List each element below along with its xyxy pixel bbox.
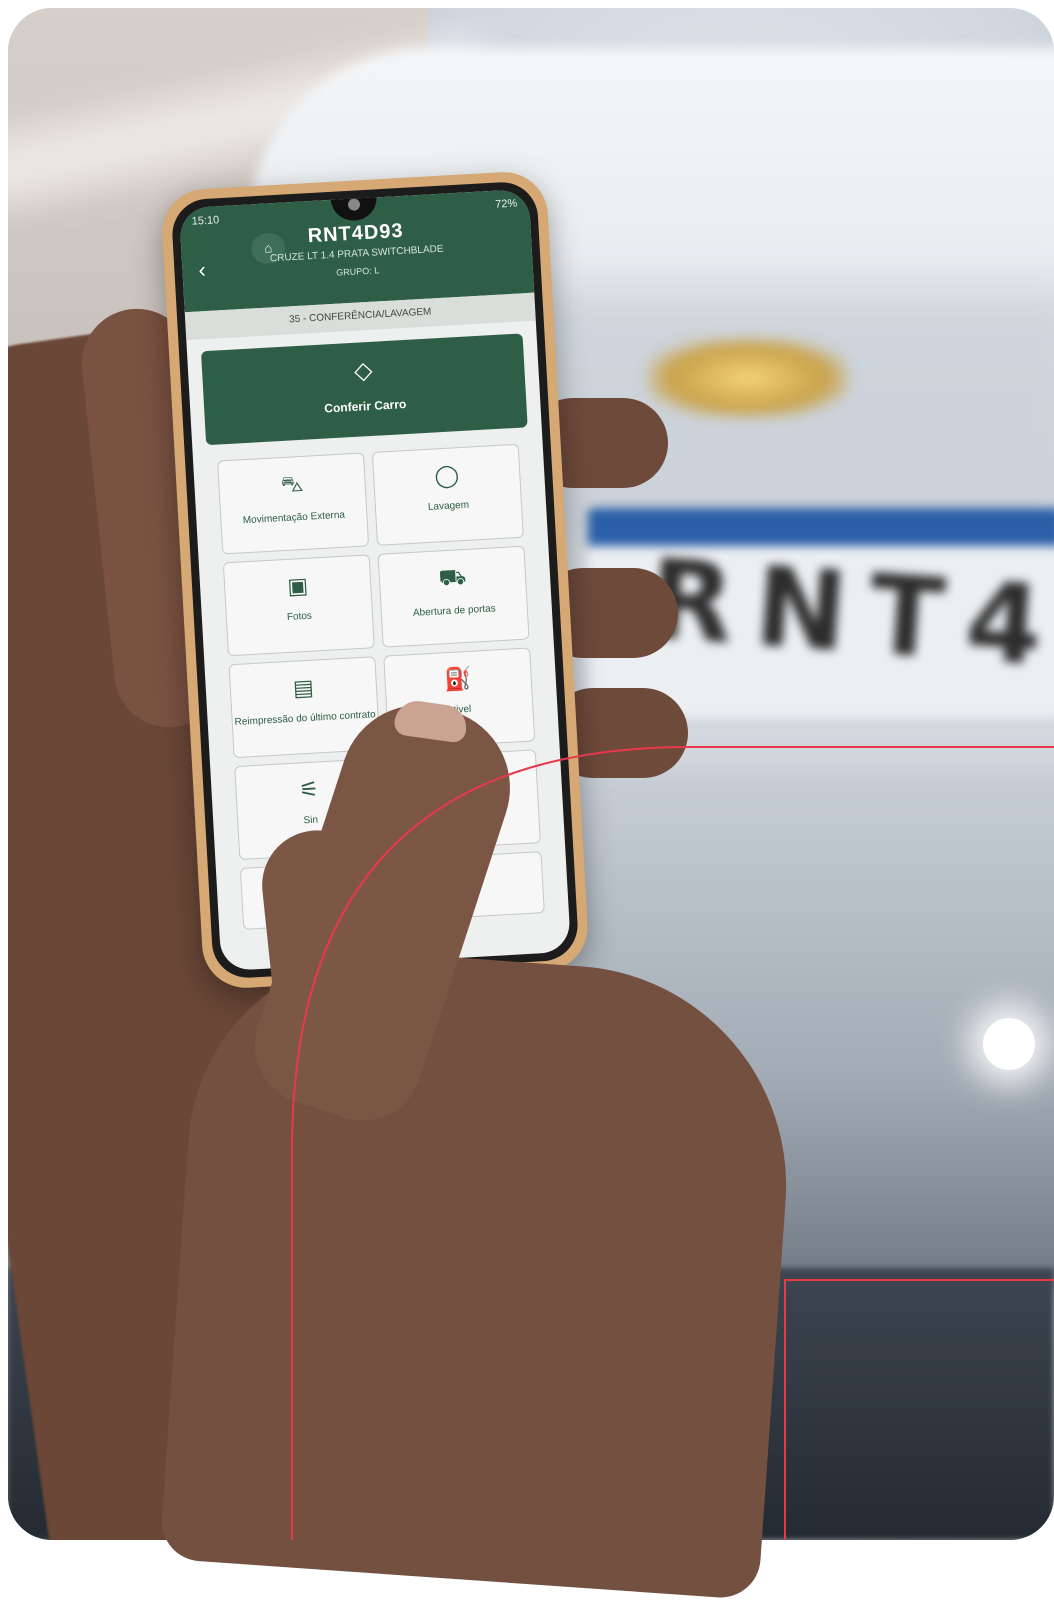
tile-lavagem[interactable]: ◯ Lavagem	[371, 443, 524, 546]
fuel-icon: ⛽	[443, 665, 473, 693]
tile-label: Abertura de portas	[412, 603, 497, 619]
receipt-icon: ▤	[292, 674, 315, 701]
tile-movimentacao[interactable]: ⛍ Movimentação Externa	[217, 452, 370, 555]
plate-text: RNT4D93	[644, 534, 1054, 714]
reflection-light	[983, 1018, 1035, 1070]
tile-label: Lavagem	[427, 499, 470, 513]
drop-icon: ◯	[433, 462, 460, 489]
tile-fotos[interactable]: ▣ Fotos	[222, 554, 375, 657]
camera-icon: ▣	[286, 572, 309, 599]
status-battery: 72%	[494, 197, 518, 211]
tile-label: Movimentação Externa	[242, 509, 346, 527]
primary-label: Conferir Carro	[323, 396, 407, 416]
tile-label: Reimpressão do último contrato	[234, 709, 376, 729]
car-icon: ⛍	[279, 470, 305, 498]
conferir-carro-button[interactable]: ◇ Conferir Carro	[200, 333, 528, 446]
camera-icon	[347, 198, 361, 211]
status-time: 15:10	[191, 214, 220, 228]
brand-emblem	[648, 338, 848, 418]
car-top-icon: ⛟	[437, 563, 467, 591]
tile-abertura[interactable]: ⛟ Abertura de portas	[377, 545, 530, 648]
tag-icon: ◇	[353, 356, 374, 385]
tile-label: Fotos	[286, 610, 313, 623]
